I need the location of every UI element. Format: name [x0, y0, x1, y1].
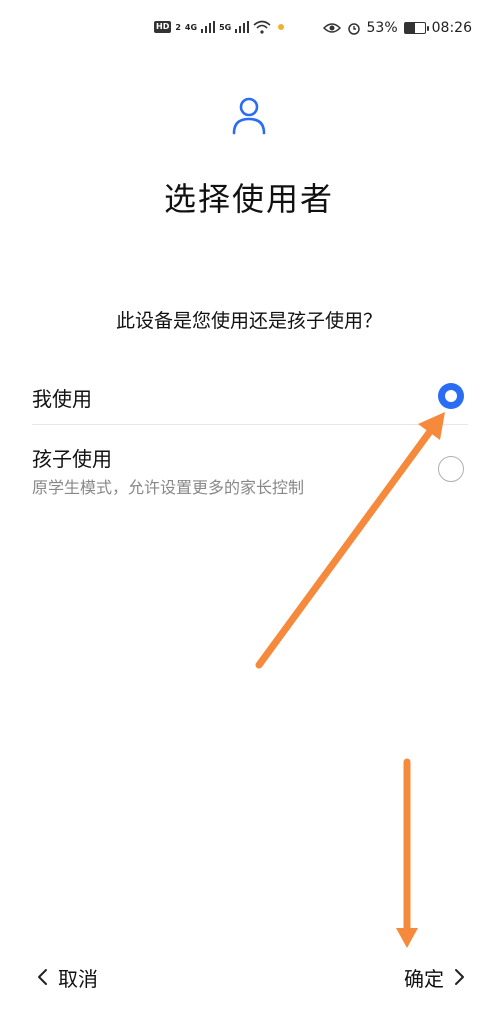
option-child-subtitle: 原学生模式，允许设置更多的家长控制 — [32, 478, 305, 497]
signal-icon — [201, 21, 216, 33]
option-self[interactable]: 我使用 — [32, 370, 468, 425]
confirm-button[interactable]: 确定 — [404, 960, 466, 994]
annotation-arrow-down — [396, 758, 418, 948]
radio-child-unchecked[interactable] — [438, 456, 464, 482]
wifi-icon — [253, 20, 271, 34]
radio-self-checked[interactable] — [438, 383, 464, 409]
battery-fill — [404, 23, 416, 33]
eye-icon — [322, 23, 341, 33]
signal-icon — [235, 21, 250, 33]
option-child[interactable]: 孩子使用 原学生模式，允许设置更多的家长控制 — [32, 426, 468, 508]
battery-icon — [403, 22, 429, 34]
hd-badge: HD — [154, 21, 172, 33]
cancel-button[interactable]: 取消 — [36, 960, 98, 994]
screen: HD 2 4G 5G 53% 08:26 选择使用者 此设备是您使用还是孩子使用… — [0, 0, 498, 1020]
confirm-label: 确定 — [404, 966, 444, 991]
status-right: 53% 08:26 — [322, 20, 472, 36]
page-title: 选择使用者 — [163, 180, 334, 218]
cancel-label: 取消 — [58, 966, 98, 991]
status-bar: HD 2 4G 5G 53% 08:26 — [0, 0, 498, 56]
status-left: HD 2 4G 5G — [154, 20, 287, 34]
question-text: 此设备是您使用还是孩子使用？ — [115, 310, 382, 332]
chevron-left-icon — [38, 969, 47, 985]
network-5g-label: 5G — [219, 22, 232, 32]
sun-icon — [278, 24, 285, 30]
user-icon — [232, 97, 266, 135]
battery-percent: 53% — [366, 20, 398, 36]
option-child-label: 孩子使用 — [32, 447, 112, 471]
alarm-icon — [347, 23, 360, 35]
clock: 08:26 — [431, 20, 472, 36]
network-4g-label: 4G — [184, 22, 198, 32]
annotation-overlay — [255, 412, 445, 948]
hd-sub-label: 2 — [175, 22, 181, 32]
option-self-label: 我使用 — [32, 387, 92, 411]
chevron-right-icon — [455, 969, 464, 985]
